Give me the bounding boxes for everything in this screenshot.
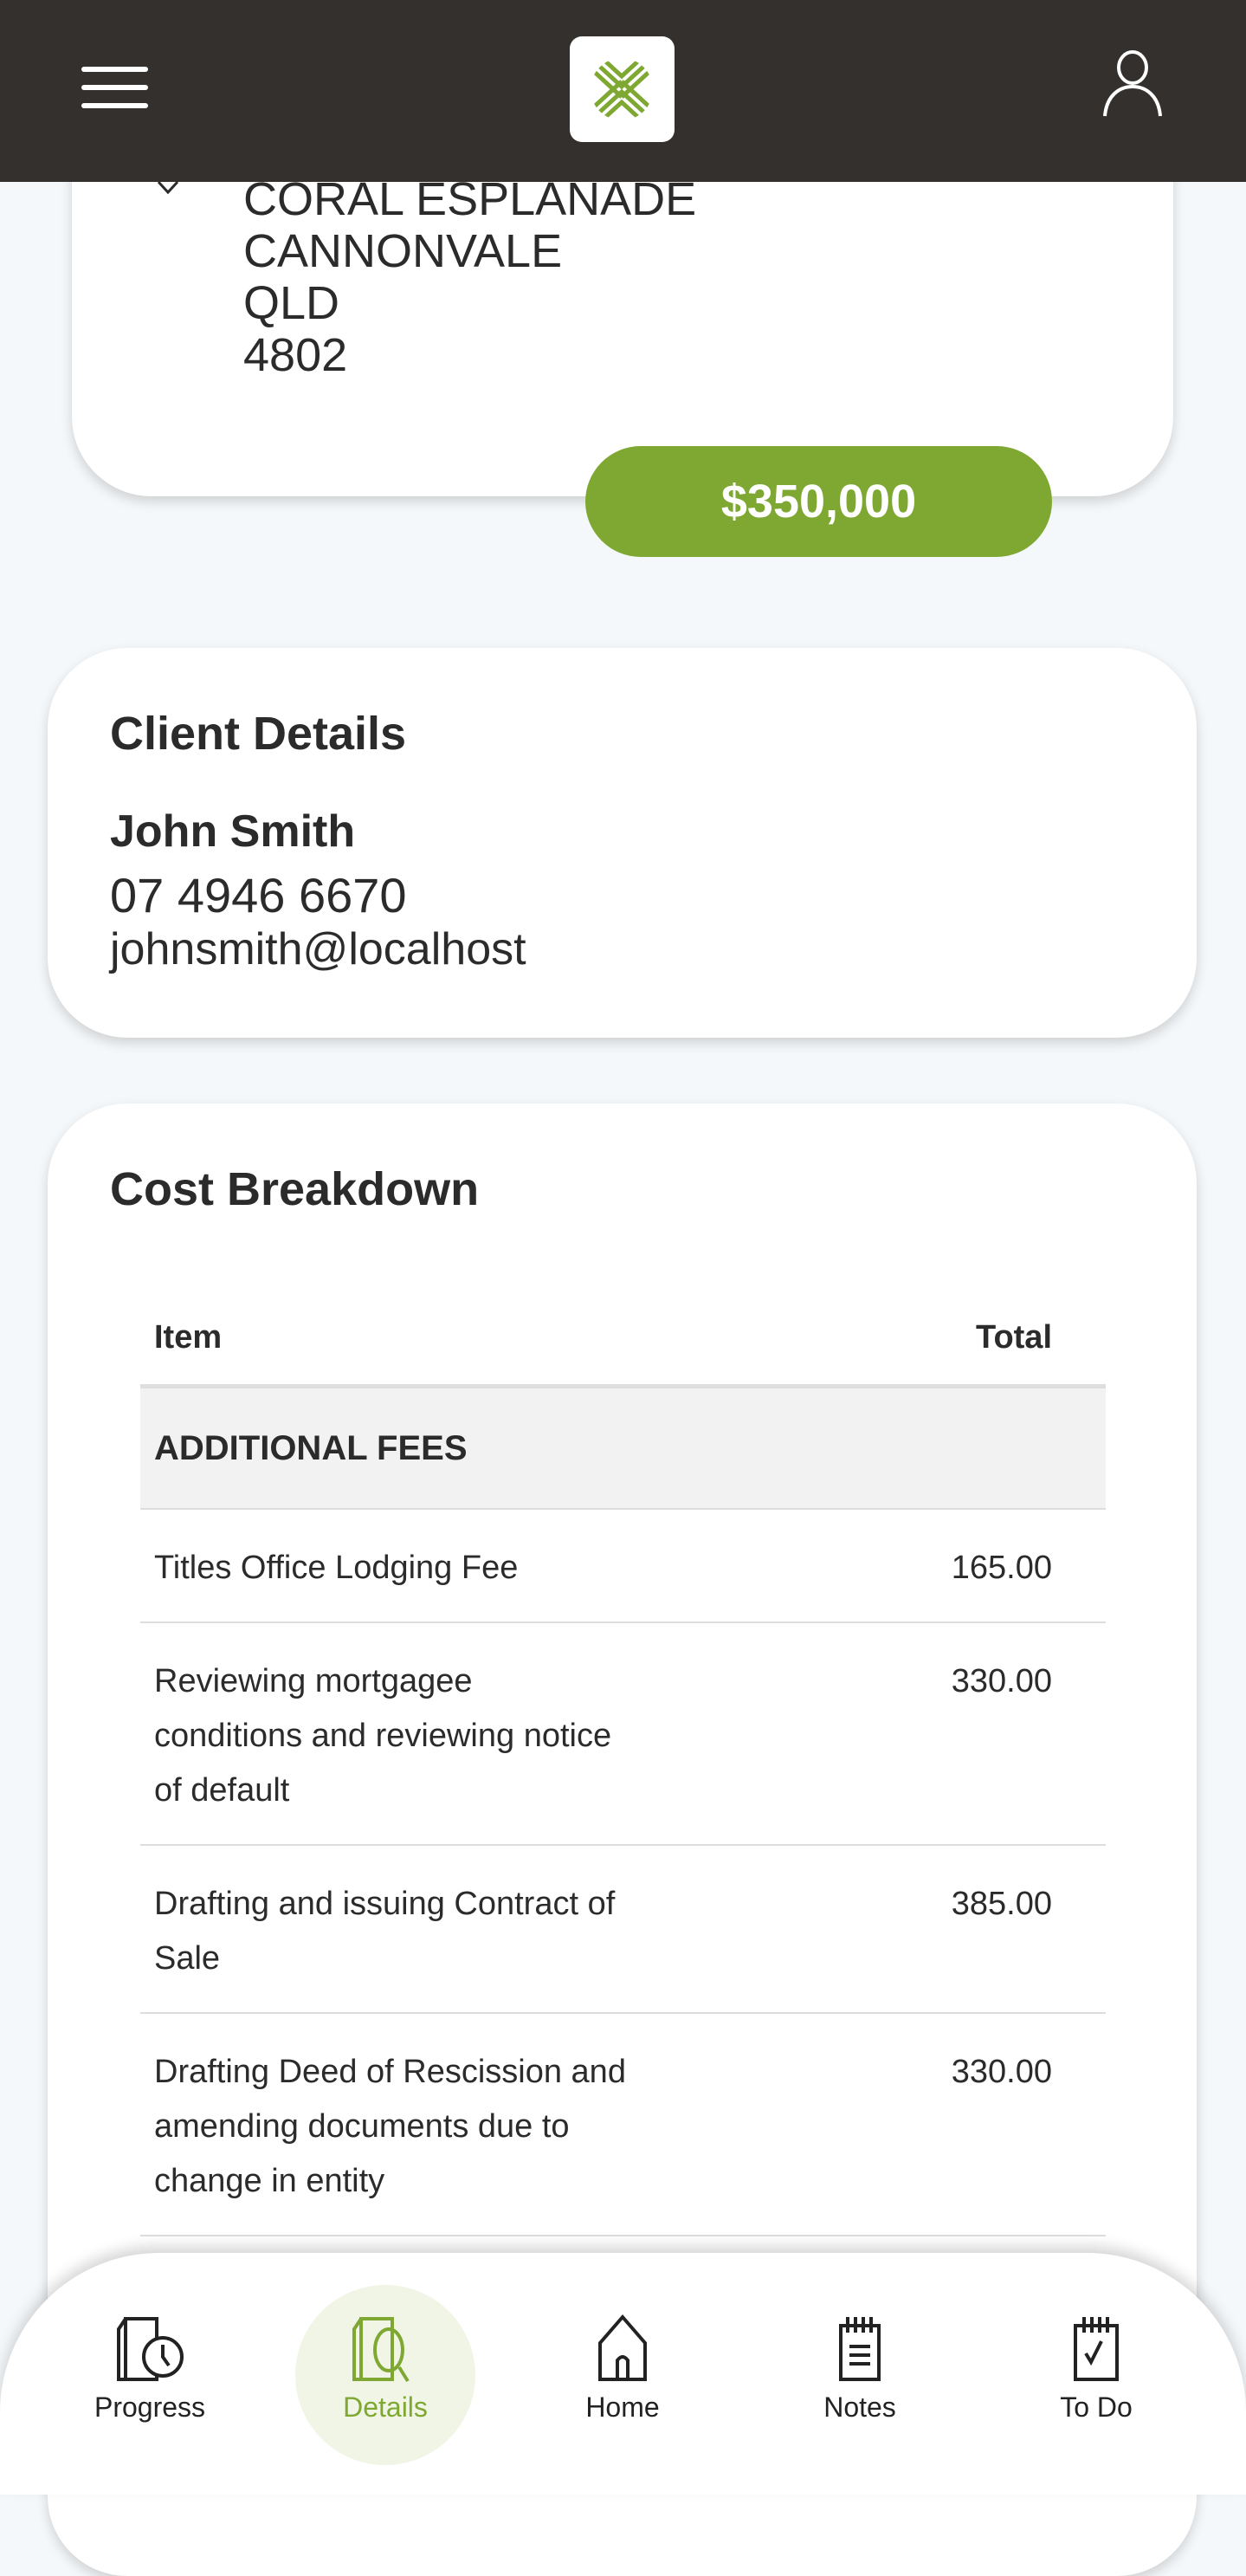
row-total: 330.00 xyxy=(951,1663,1052,1699)
row-item-line: Drafting Deed of Rescission and xyxy=(154,2054,626,2090)
table-row: Drafting and issuing Contract of Sale 385.… xyxy=(140,1846,1106,2014)
nav-label: Progress xyxy=(94,2392,206,2423)
cost-table: Item Total ADDITIONAL FEES Titles Office… xyxy=(140,1291,1106,2236)
column-item: Item xyxy=(154,1318,223,1356)
address-suburb: CANNONVALE xyxy=(243,225,563,277)
row-item: Drafting Deed of Rescission and amending … xyxy=(154,2045,626,2209)
section-header: ADDITIONAL FEES xyxy=(140,1388,1106,1510)
row-item: Drafting and issuing Contract of Sale xyxy=(154,1877,615,1986)
table-row: Drafting Deed of Rescission and amending … xyxy=(140,2014,1106,2236)
client-email[interactable]: johnsmith@localhost xyxy=(110,923,526,975)
row-total: 330.00 xyxy=(951,2054,1052,2090)
nav-label: Home xyxy=(585,2392,660,2423)
bottom-nav: Progress Details Home Notes To Do xyxy=(0,2253,1246,2495)
row-item-line: Drafting and issuing Contract of xyxy=(154,1886,616,1922)
hamburger-icon[interactable] xyxy=(81,67,148,108)
row-item-line: of default xyxy=(154,1772,290,1809)
nav-details[interactable]: Details xyxy=(290,2253,481,2495)
nav-to-do[interactable]: To Do xyxy=(1001,2253,1191,2495)
row-item-line: conditions and reviewing notice xyxy=(154,1718,612,1754)
document-clock-icon xyxy=(117,2317,184,2381)
client-details-card: Client Details John Smith 07 4946 6670 j… xyxy=(48,648,1197,1038)
table-row: Reviewing mortgagee conditions and review… xyxy=(140,1623,1106,1846)
row-item-line: Reviewing mortgagee xyxy=(154,1663,473,1699)
row-item: Reviewing mortgagee conditions and review… xyxy=(154,1654,611,1818)
client-details-title: Client Details xyxy=(110,708,407,760)
document-search-icon xyxy=(352,2317,410,2383)
nav-home[interactable]: Home xyxy=(527,2253,718,2495)
client-name: John Smith xyxy=(110,806,356,857)
nav-label: Notes xyxy=(823,2392,896,2423)
row-total: 165.00 xyxy=(951,1550,1052,1586)
address-postcode: 4802 xyxy=(243,329,348,381)
cost-breakdown-title: Cost Breakdown xyxy=(110,1163,480,1215)
table-row: Titles Office Lodging Fee 165.00 xyxy=(140,1510,1106,1623)
column-total: Total xyxy=(976,1318,1052,1356)
row-item-line: Titles Office Lodging Fee xyxy=(154,1550,519,1586)
property-address: CORAL ESPLANADE CANNONVALE QLD 4802 xyxy=(243,173,696,381)
nav-label: To Do xyxy=(1060,2392,1133,2423)
app-logo[interactable] xyxy=(570,36,675,142)
app-header xyxy=(0,0,1246,182)
checklist-icon xyxy=(1074,2317,1119,2381)
home-icon xyxy=(598,2314,647,2381)
price-badge: $350,000 xyxy=(585,446,1052,557)
table-header: Item Total xyxy=(140,1291,1106,1388)
nav-label: Details xyxy=(343,2392,428,2423)
row-item-line: amending documents due to xyxy=(154,2108,570,2145)
leaf-logo-icon xyxy=(591,58,653,120)
client-phone[interactable]: 07 4946 6670 xyxy=(110,867,407,923)
address-state: QLD xyxy=(243,277,340,329)
row-item: Titles Office Lodging Fee xyxy=(154,1541,518,1595)
nav-progress[interactable]: Progress xyxy=(55,2253,245,2495)
row-item-line: Sale xyxy=(154,1940,221,1977)
notepad-icon xyxy=(839,2317,881,2381)
row-item-line: change in entity xyxy=(154,2163,385,2199)
user-icon[interactable] xyxy=(1102,50,1163,118)
nav-notes[interactable]: Notes xyxy=(765,2253,955,2495)
row-total: 385.00 xyxy=(951,1886,1052,1922)
